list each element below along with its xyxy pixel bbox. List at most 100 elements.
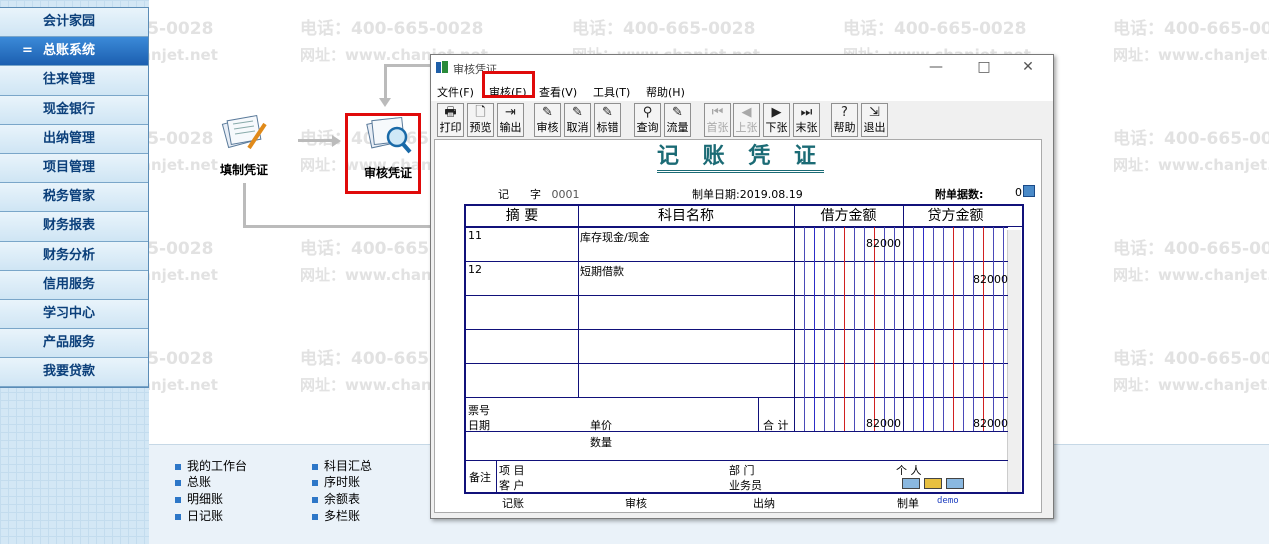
flow-line (243, 225, 433, 228)
sidebar-item-label: 项目管理 (43, 159, 96, 175)
sidebar-item-loans[interactable]: 我要贷款 (0, 358, 148, 388)
watermark-tile: 电话：400-665-0028 网址：www.chanjet.net (1113, 348, 1269, 400)
sidebar-item-accounting-home[interactable]: 会计家园 (0, 8, 148, 38)
toolbar-print-button[interactable]: 🖶 打印 (437, 103, 464, 137)
help-icon: ? (841, 105, 848, 120)
export-icon: ⇥ (505, 105, 516, 120)
sidebar-item-products[interactable]: 产品服务 (0, 329, 148, 359)
amount-digit-line (953, 227, 954, 431)
link-multi-column[interactable]: 多栏账 (312, 509, 360, 524)
maximize-icon[interactable]: □ (973, 58, 995, 76)
total-debit: 82000 (866, 417, 901, 430)
toolbar-button-label: 下张 (765, 121, 788, 134)
fill-voucher-node[interactable]: 填制凭证 (212, 110, 276, 178)
summary-cell[interactable]: 11 (468, 229, 482, 242)
credit-cell[interactable]: 82000 (905, 273, 1008, 286)
menu-view[interactable]: 查看(V) (539, 84, 577, 100)
toolbar-next-button[interactable]: ▶ 下张 (763, 103, 790, 137)
toolbar-audit-button[interactable]: ✎ 审核 (534, 103, 561, 137)
flow-arrow (379, 98, 391, 107)
menu-help[interactable]: 帮助(H) (646, 84, 685, 100)
customer-label: 客 户 (499, 479, 525, 492)
link-account-summary[interactable]: 科目汇总 (312, 459, 372, 474)
close-icon[interactable]: ✕ (1017, 58, 1039, 76)
sidebar-item-tax[interactable]: 税务管家 (0, 183, 148, 213)
amount-digit-line (844, 227, 845, 431)
sidebar-item-label: 出纳管理 (43, 130, 96, 146)
toolbar-cancel-button[interactable]: ✎ 取消 (564, 103, 591, 137)
debit-cell[interactable]: 82000 (796, 237, 901, 250)
row-divider (466, 431, 1008, 432)
toolbar-first-button[interactable]: ⏮ 首张 (704, 103, 731, 137)
sidebar-item-learning[interactable]: 学习中心 (0, 299, 148, 330)
first-icon: ⏮ (711, 105, 724, 120)
id-card-icon[interactable] (924, 478, 942, 489)
sidebar-item-cash-bank[interactable]: 现金银行 (0, 95, 148, 125)
toolbar-prev-button[interactable]: ◀ 上张 (733, 103, 760, 137)
link-chronological[interactable]: 序时账 (312, 475, 360, 490)
toolbar-exit-button[interactable]: ⇲ 退出 (861, 103, 888, 137)
sidebar-item-analysis[interactable]: 财务分析 (0, 241, 148, 271)
toolbar-query-button[interactable]: ⚲ 查询 (634, 103, 661, 137)
sidebar-item-reports[interactable]: 财务报表 (0, 212, 148, 242)
toolbar-help-button[interactable]: ? 帮助 (831, 103, 858, 137)
sidebar-item-projects[interactable]: 项目管理 (0, 153, 148, 184)
voucher-date-value[interactable]: 2019.08.19 (740, 188, 803, 201)
amount-digit-line (864, 227, 865, 431)
sidebar-item-general-ledger[interactable]: = 总账系统 (0, 37, 148, 67)
toolbar-export-button[interactable]: ⇥ 输出 (497, 103, 524, 137)
sidebar-item-credit[interactable]: 信用服务 (0, 270, 148, 300)
minimize-icon[interactable]: — (925, 58, 947, 76)
amount-digit-line (1003, 227, 1004, 431)
voucher-number[interactable]: 0001 (551, 188, 579, 201)
pen-icon[interactable] (946, 478, 964, 489)
menu-file[interactable]: 文件(F) (437, 84, 474, 100)
sidebar-item-label: 财务报表 (43, 218, 96, 234)
sidebar-item-label: 信用服务 (43, 276, 96, 292)
voucher-zi-label: 字 (529, 188, 541, 201)
attachments-lookup-icon[interactable] (1023, 185, 1035, 197)
account-cell[interactable]: 库存现金/现金 (580, 229, 650, 245)
header-account: 科目名称 (658, 208, 714, 224)
grid-scrollbar[interactable] (1007, 230, 1021, 492)
cashflow-icon: ✎ (672, 105, 683, 120)
row-divider (466, 397, 1008, 398)
summary-cell[interactable]: 12 (468, 263, 482, 276)
sidebar-item-label: 现金银行 (43, 101, 96, 117)
watermark-phone: 电话：400-665-0028 (1113, 349, 1269, 369)
toolbar-last-button[interactable]: ⏭ 末张 (793, 103, 820, 137)
signature-prepared: 制单 (897, 497, 919, 510)
link-detail-ledger[interactable]: 明细账 (175, 492, 223, 507)
link-balance-sheet[interactable]: 余额表 (312, 492, 360, 507)
menu-tools[interactable]: 工具(T) (593, 84, 630, 100)
attachments-value[interactable]: 0 (1015, 186, 1022, 199)
account-cell[interactable]: 短期借款 (580, 263, 624, 279)
ticket-date-label: 日期 (468, 419, 490, 432)
watermark-site: 网址：www.chanjet.net (1113, 376, 1269, 394)
person-label: 个 人 (896, 464, 922, 477)
project-label: 项 目 (499, 464, 525, 477)
card-icon[interactable] (902, 478, 920, 489)
voucher-date-label: 制单日期: (692, 188, 740, 201)
link-general-ledger[interactable]: 总账 (175, 475, 211, 490)
sidebar-item-receivables[interactable]: 往来管理 (0, 66, 148, 96)
sidebar-item-label: 税务管家 (43, 189, 96, 205)
sidebar-item-cashier[interactable]: 出纳管理 (0, 124, 148, 154)
toolbar-preview-button[interactable]: 🗋 预览 (467, 103, 494, 137)
audit-menu-highlight (482, 71, 535, 98)
toolbar-button-label: 末张 (795, 121, 818, 134)
toolbar-button-label: 打印 (439, 121, 462, 134)
grid-header: 摘 要 科目名称 借方金额 贷方金额 (466, 206, 1022, 227)
watermark-phone: 电话：400-665-0028 (572, 19, 756, 39)
link-journal[interactable]: 日记账 (175, 509, 223, 524)
link-my-workbench[interactable]: 我的工作台 (175, 459, 247, 474)
amount-digit-line (804, 227, 805, 431)
voucher-type: 记 字 0001 (498, 186, 579, 202)
query-icon: ⚲ (642, 105, 653, 120)
sidebar-menu: 会计家园 = 总账系统 往来管理 现金银行 出纳管理 项目管理 税务管家 财务报表… (0, 7, 149, 389)
amount-digit-line (854, 227, 855, 431)
toolbar-cashflow-button[interactable]: ✎ 流量 (664, 103, 691, 137)
toolbar-mark-error-button[interactable]: ✎ 标错 (594, 103, 621, 137)
amount-digit-line (943, 227, 944, 431)
flow-line (243, 183, 246, 225)
